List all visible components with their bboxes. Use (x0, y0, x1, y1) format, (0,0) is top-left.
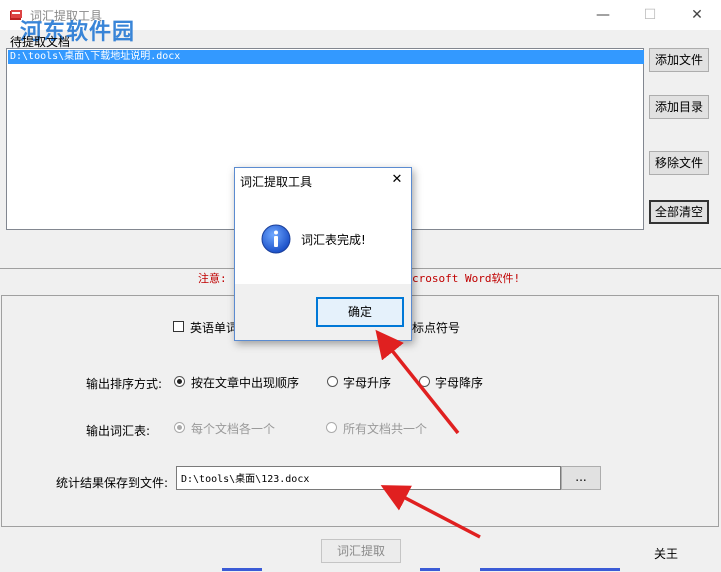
output-shared-radio[interactable] (326, 422, 337, 433)
notice-suffix: crosoft Word软件! (412, 272, 521, 285)
save-path-label: 统计结果保存到文件: (56, 476, 169, 490)
remove-file-button[interactable]: 移除文件 (649, 151, 709, 175)
save-path-input[interactable]: D:\tools\桌面\123.docx (176, 466, 561, 490)
output-shared-label: 所有文档共一个 (343, 422, 428, 436)
ok-button[interactable]: 确定 (316, 297, 404, 327)
clear-all-button[interactable]: 全部清空 (649, 200, 709, 224)
notice-prefix: 注意: (198, 272, 227, 285)
message-dialog: 词汇提取工具 ✕ 词汇表完成! 确定 (234, 167, 412, 341)
add-file-button[interactable]: 添加文件 (649, 48, 709, 72)
sort-descending-label: 字母降序 (435, 376, 484, 390)
output-per-document-radio[interactable] (174, 422, 185, 433)
maximize-button[interactable]: ☐ (627, 0, 673, 30)
dialog-title: 词汇提取工具 (240, 175, 313, 189)
output-per-document-label: 每个文档各一个 (191, 422, 276, 436)
sort-ascending-radio[interactable] (327, 376, 338, 387)
english-words-label: 英语单词 (190, 321, 239, 335)
list-item[interactable]: D:\tools\桌面\下载地址说明.docx (8, 50, 644, 64)
minimize-button[interactable]: — (580, 0, 626, 30)
add-directory-button[interactable]: 添加目录 (649, 95, 709, 119)
dialog-close-button[interactable]: ✕ (387, 170, 407, 190)
sort-appearance-label: 按在文章中出现顺序 (191, 376, 300, 390)
sort-appearance-radio[interactable] (174, 376, 185, 387)
info-icon (261, 224, 291, 254)
extract-button[interactable]: 词汇提取 (321, 539, 401, 563)
dialog-message: 词汇表完成! (301, 233, 366, 247)
sort-order-label: 输出排序方式: (86, 377, 163, 391)
close-window-button[interactable]: ✕ (674, 0, 720, 30)
punctuation-label: 标点符号 (412, 321, 461, 335)
sort-descending-radio[interactable] (419, 376, 430, 387)
english-words-checkbox[interactable] (173, 321, 184, 332)
browse-button[interactable]: ... (561, 466, 601, 490)
close-app-button[interactable]: 关王 (654, 545, 678, 562)
output-mode-label: 输出词汇表: (86, 424, 151, 438)
bottom-strip (222, 568, 620, 571)
sort-ascending-label: 字母升序 (343, 376, 392, 390)
